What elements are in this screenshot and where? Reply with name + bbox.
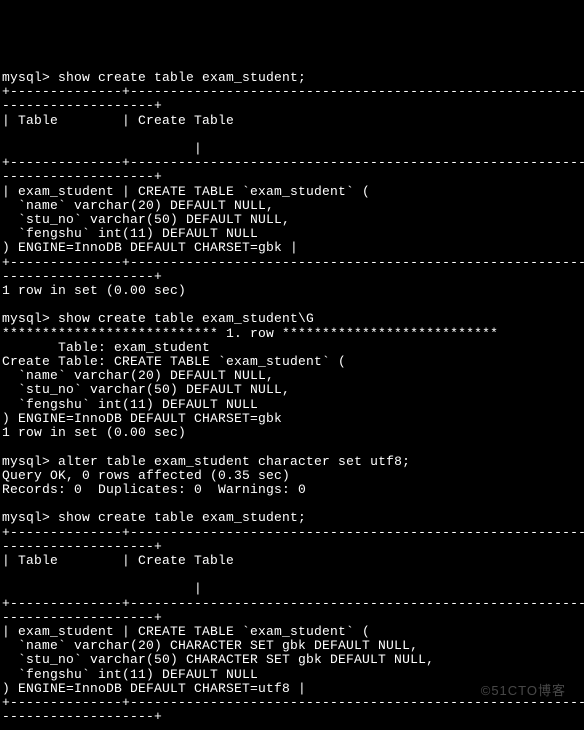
table-border: +--------------+------------------------… (2, 596, 584, 611)
vertical-output-line: Table: exam_student (2, 340, 210, 355)
row-separator-stars: *************************** 1. row *****… (2, 326, 498, 341)
vertical-output-line: `fengshu` int(11) DEFAULT NULL (2, 397, 258, 412)
table-border-cont: -------------------+ (2, 169, 162, 184)
vertical-output-line: ) ENGINE=InnoDB DEFAULT CHARSET=gbk (2, 411, 282, 426)
rows-in-set: 1 row in set (0.00 sec) (2, 425, 186, 440)
table-header-pad: | (2, 141, 202, 156)
table-border: +--------------+------------------------… (2, 525, 584, 540)
create-table-line: `name` varchar(20) CHARACTER SET gbk DEF… (2, 638, 418, 653)
table-border: +--------------+------------------------… (2, 255, 584, 270)
command-2: show create table exam_student\G (50, 311, 314, 326)
table-border: +--------------+------------------------… (2, 695, 584, 710)
table-border: +--------------+------------------------… (2, 84, 584, 99)
create-table-line: `name` varchar(20) DEFAULT NULL, (2, 198, 274, 213)
table-header: | Table | Create Table (2, 553, 234, 568)
create-table-line: `fengshu` int(11) DEFAULT NULL (2, 667, 258, 682)
vertical-output-line: Create Table: CREATE TABLE `exam_student… (2, 354, 346, 369)
vertical-output-line: `stu_no` varchar(50) DEFAULT NULL, (2, 382, 290, 397)
create-table-line: `fengshu` int(11) DEFAULT NULL (2, 226, 258, 241)
create-table-line: `stu_no` varchar(50) CHARACTER SET gbk D… (2, 652, 434, 667)
command-1: show create table exam_student; (50, 70, 306, 85)
create-table-line: ) ENGINE=InnoDB DEFAULT CHARSET=gbk | (2, 240, 298, 255)
table-border-cont: -------------------+ (2, 269, 162, 284)
prompt: mysql> (2, 454, 50, 469)
prompt: mysql> (2, 70, 50, 85)
create-table-line: | exam_student | CREATE TABLE `exam_stud… (2, 624, 370, 639)
rows-in-set: 1 row in set (0.00 sec) (2, 283, 186, 298)
table-border-cont: -------------------+ (2, 539, 162, 554)
table-header-pad: | (2, 581, 202, 596)
table-border-cont: -------------------+ (2, 98, 162, 113)
vertical-output-line: `name` varchar(20) DEFAULT NULL, (2, 368, 274, 383)
table-border-cont: -------------------+ (2, 709, 162, 724)
terminal-output: mysql> show create table exam_student; +… (0, 71, 584, 724)
create-table-line: `stu_no` varchar(50) DEFAULT NULL, (2, 212, 290, 227)
create-table-line: | exam_student | CREATE TABLE `exam_stud… (2, 184, 370, 199)
prompt: mysql> (2, 311, 50, 326)
create-table-line: ) ENGINE=InnoDB DEFAULT CHARSET=utf8 | (2, 681, 306, 696)
query-ok-line: Query OK, 0 rows affected (0.35 sec) (2, 468, 290, 483)
command-3: alter table exam_student character set u… (50, 454, 410, 469)
table-border-cont: -------------------+ (2, 610, 162, 625)
prompt: mysql> (2, 510, 50, 525)
table-border: +--------------+------------------------… (2, 155, 584, 170)
records-line: Records: 0 Duplicates: 0 Warnings: 0 (2, 482, 306, 497)
command-4: show create table exam_student; (50, 510, 306, 525)
table-header: | Table | Create Table (2, 113, 234, 128)
